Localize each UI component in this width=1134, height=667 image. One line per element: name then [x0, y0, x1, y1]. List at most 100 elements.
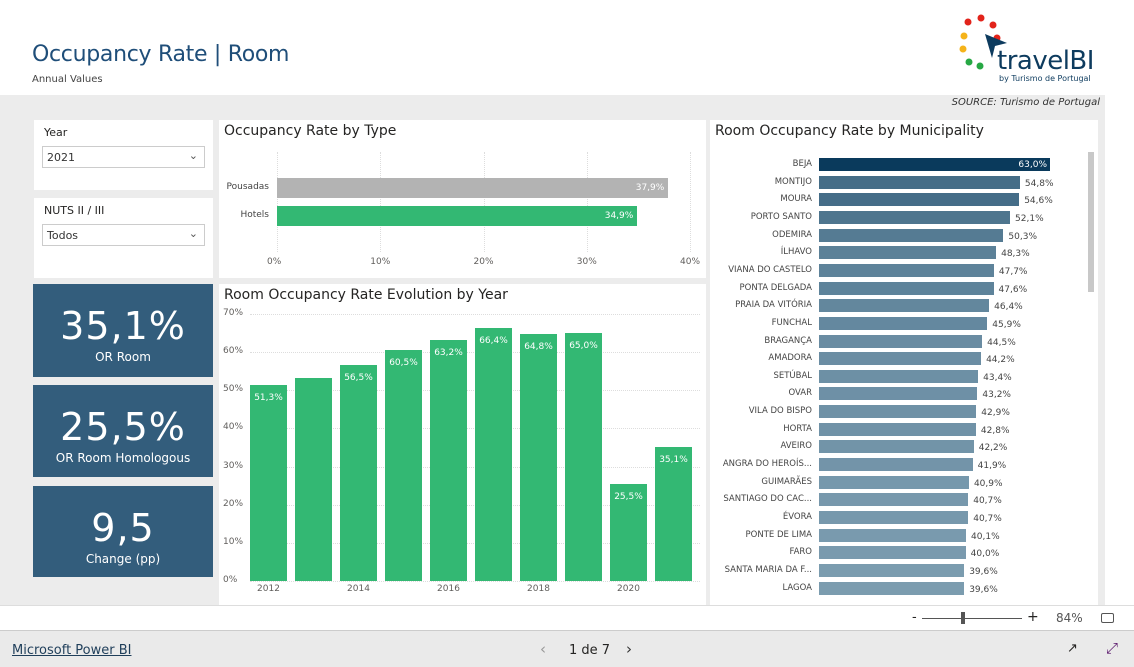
power-bi-link[interactable]: Microsoft Power BI: [12, 643, 131, 658]
zoom-bar: - + 84%: [0, 605, 1134, 630]
x-tick-label: 2016: [437, 584, 460, 594]
bar: [819, 228, 1004, 242]
y-tick-label: 50%: [223, 384, 244, 395]
bar: [819, 281, 994, 295]
data-label: 46,4%: [994, 302, 1023, 313]
category-label: ODEMIRA: [772, 229, 812, 240]
scrollbar[interactable]: [1088, 152, 1094, 292]
year-dropdown[interactable]: 2021 ⌄: [42, 146, 205, 168]
data-label: 40,0%: [970, 549, 1000, 560]
bar: [819, 493, 969, 507]
bar: [819, 581, 965, 595]
y-tick-label: 70%: [223, 308, 244, 318]
category-label: SANTA MARIA DA F...: [724, 564, 812, 575]
x-tick-label: 2020: [617, 584, 640, 594]
zoom-slider[interactable]: [922, 618, 1022, 619]
data-label: 40,7%: [973, 514, 1002, 524]
x-gridline: [483, 152, 485, 252]
data-label: 42,2%: [978, 443, 1008, 454]
bar: [655, 447, 692, 581]
data-label: 40,7%: [973, 496, 1002, 507]
category-label: FARO: [789, 547, 812, 558]
y-gridline: [250, 581, 700, 582]
category-label: PONTE DE LIMA: [745, 529, 812, 540]
y-tick-label: 20%: [223, 498, 244, 509]
bar: [819, 369, 979, 383]
category-label: BEJA: [792, 159, 812, 169]
zoom-out-button[interactable]: -: [912, 610, 917, 625]
category-label: MONTIJO: [774, 176, 812, 187]
bar: [819, 511, 969, 524]
source-value: Turismo de Portugal: [999, 97, 1100, 108]
nuts-slicer: NUTS II / III Todos ⌄: [34, 198, 213, 278]
data-label: 35,1%: [659, 455, 688, 466]
nuts-dropdown[interactable]: Todos ⌄: [42, 224, 205, 246]
previous-page-icon[interactable]: ‹: [540, 640, 546, 658]
data-label: 43,4%: [983, 372, 1012, 383]
chevron-down-icon: ⌄: [188, 149, 198, 162]
data-label: 40,1%: [971, 531, 1000, 542]
dropdown-value: Todos: [47, 229, 79, 242]
data-label: 60,5%: [389, 358, 418, 369]
chart-occupancy-by-municipality: Room Occupancy Rate by Municipality BEJA…: [710, 120, 1098, 605]
data-label: 64,8%: [524, 341, 553, 352]
data-label: 51,3%: [254, 393, 283, 404]
zoom-slider-handle[interactable]: [961, 612, 965, 624]
category-label: ANGRA DO HEROÍS...: [722, 459, 812, 470]
chevron-down-icon: ⌄: [188, 227, 198, 240]
x-gridline: [690, 152, 691, 252]
data-label: 50,3%: [1008, 231, 1038, 242]
x-tick-label: 2012: [257, 584, 280, 594]
data-label: 42,8%: [980, 425, 1010, 436]
data-label: 41,9%: [977, 461, 1007, 472]
data-label: 25,5%: [614, 491, 643, 502]
category-label: LAGOA: [782, 582, 812, 593]
zoom-in-button[interactable]: +: [1027, 609, 1039, 625]
data-label: 37,9%: [635, 183, 665, 193]
data-label: 47,6%: [998, 284, 1028, 295]
bar: [385, 350, 422, 581]
bar: [430, 339, 467, 581]
category-label: GUIMARÃES: [761, 476, 812, 487]
data-label: 54,6%: [1024, 196, 1053, 207]
slicer-label: NUTS II / III: [44, 204, 105, 217]
data-label: 56,5%: [344, 373, 373, 384]
y-gridline: [250, 314, 700, 315]
bar: [340, 365, 377, 581]
data-label: 47,7%: [998, 266, 1028, 277]
category-label: OVAR: [788, 388, 812, 399]
kpi-label: Change (pp): [85, 552, 161, 566]
logo-text: travelBI: [997, 46, 1094, 76]
data-label: 40,9%: [973, 478, 1003, 489]
bar: [819, 563, 965, 577]
y-tick-label: 0%: [223, 575, 238, 585]
category-label: Pousadas: [226, 182, 269, 192]
bar: [819, 246, 997, 260]
zoom-level: 84%: [1056, 611, 1083, 625]
bar: [819, 210, 1011, 224]
bar: [819, 440, 974, 454]
category-label: SANTIAGO DO CAC...: [723, 494, 812, 505]
bar: [277, 178, 669, 198]
x-tick-label: 20%: [473, 257, 494, 267]
data-label: 66,4%: [479, 335, 508, 346]
category-label: ÉVORA: [782, 512, 812, 522]
fullscreen-icon[interactable]: ⤢: [1106, 639, 1118, 657]
y-tick-label: 60%: [223, 346, 244, 357]
next-page-icon[interactable]: ›: [626, 640, 632, 658]
chart-title: Room Occupancy Rate Evolution by Year: [224, 287, 508, 303]
chart-title: Occupancy Rate by Type: [224, 123, 397, 139]
data-label: 48,3%: [1001, 249, 1030, 260]
x-tick-label: 10%: [370, 257, 391, 267]
fit-to-page-icon[interactable]: [1101, 613, 1114, 623]
data-label: 44,2%: [986, 355, 1015, 366]
x-tick-label: 40%: [680, 257, 701, 267]
bar: [819, 175, 1020, 189]
data-label: 39,6%: [969, 566, 998, 577]
data-label: 43,2%: [982, 390, 1011, 401]
bar: [819, 546, 966, 560]
travelbi-logo: travelBI by Turismo de Portugal: [955, 8, 1095, 88]
bar: [520, 333, 557, 581]
share-icon[interactable]: ↗: [1067, 641, 1078, 656]
category-label: AVEIRO: [780, 441, 812, 452]
